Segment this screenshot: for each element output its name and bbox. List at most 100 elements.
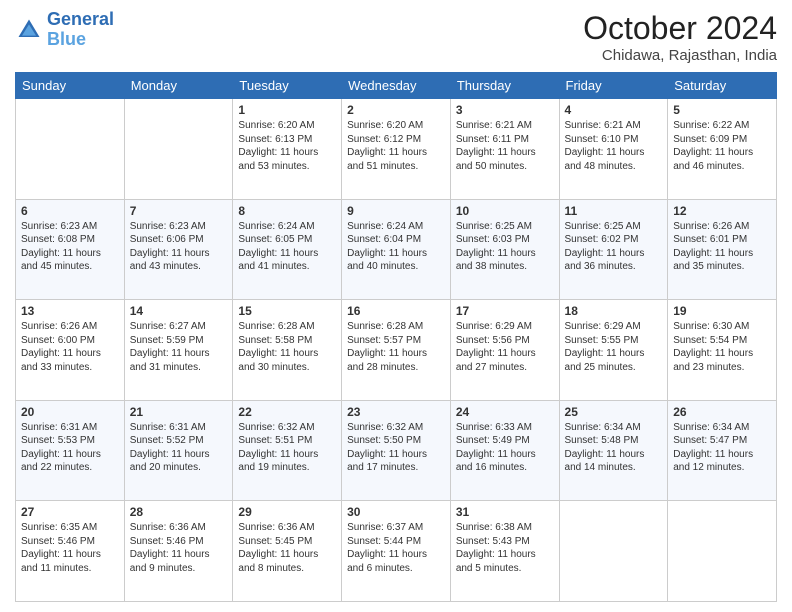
calendar-cell (124, 99, 233, 200)
logo: General Blue (15, 10, 114, 50)
calendar-cell: 25Sunrise: 6:34 AM Sunset: 5:48 PM Dayli… (559, 400, 668, 501)
day-number: 2 (347, 103, 445, 117)
column-header-tuesday: Tuesday (233, 73, 342, 99)
cell-info: Sunrise: 6:21 AM Sunset: 6:11 PM Dayligh… (456, 119, 554, 173)
cell-info: Sunrise: 6:31 AM Sunset: 5:53 PM Dayligh… (21, 421, 119, 475)
day-number: 1 (238, 103, 336, 117)
column-header-wednesday: Wednesday (342, 73, 451, 99)
cell-info: Sunrise: 6:34 AM Sunset: 5:47 PM Dayligh… (673, 421, 771, 475)
day-number: 12 (673, 204, 771, 218)
calendar-cell: 28Sunrise: 6:36 AM Sunset: 5:46 PM Dayli… (124, 501, 233, 602)
day-number: 4 (565, 103, 663, 117)
week-row-4: 27 Sunrise: 6:35 AM Sunset: 5:46 PM Dayli… (16, 501, 777, 602)
calendar-cell: 14 Sunrise: 6:27 AM Sunset: 5:59 PM Dayli… (124, 300, 233, 401)
calendar-header-row: SundayMondayTuesdayWednesdayThursdayFrid… (16, 73, 777, 99)
cell-info: Sunrise: 6:26 AM Sunset: 6:01 PM Dayligh… (673, 220, 771, 274)
cell-info: Sunrise: 6:25 AM Sunset: 6:03 PM Dayligh… (456, 220, 554, 274)
day-number: 14 (130, 304, 228, 318)
day-number: 11 (565, 204, 663, 218)
cell-info: Sunrise: 6:20 AM Sunset: 6:13 PM Dayligh… (238, 119, 336, 173)
cell-info: Sunrise: 6:35 AM Sunset: 5:46 PM Dayligh… (21, 521, 119, 575)
day-number: 8 (238, 204, 336, 218)
calendar-table: SundayMondayTuesdayWednesdayThursdayFrid… (15, 72, 777, 602)
calendar-cell: 13 Sunrise: 6:26 AM Sunset: 6:00 PM Dayli… (16, 300, 125, 401)
cell-info: Sunrise: 6:21 AM Sunset: 6:10 PM Dayligh… (565, 119, 663, 173)
day-number: 5 (673, 103, 771, 117)
calendar-cell: 27 Sunrise: 6:35 AM Sunset: 5:46 PM Dayli… (16, 501, 125, 602)
calendar-cell: 21Sunrise: 6:31 AM Sunset: 5:52 PM Dayli… (124, 400, 233, 501)
day-number: 7 (130, 204, 228, 218)
calendar-cell (559, 501, 668, 602)
calendar-cell: 5 Sunrise: 6:22 AM Sunset: 6:09 PM Daylig… (668, 99, 777, 200)
cell-info: Sunrise: 6:25 AM Sunset: 6:02 PM Dayligh… (565, 220, 663, 274)
header: General Blue October 2024 Chidawa, Rajas… (15, 10, 777, 64)
calendar-cell: 20 Sunrise: 6:31 AM Sunset: 5:53 PM Dayli… (16, 400, 125, 501)
day-number: 29 (238, 505, 336, 519)
month-title: October 2024 (583, 10, 777, 47)
week-row-1: 6Sunrise: 6:23 AM Sunset: 6:08 PM Daylig… (16, 199, 777, 300)
cell-info: Sunrise: 6:38 AM Sunset: 5:43 PM Dayligh… (456, 521, 554, 575)
day-number: 31 (456, 505, 554, 519)
location-title: Chidawa, Rajasthan, India (583, 47, 777, 64)
cell-info: Sunrise: 6:28 AM Sunset: 5:57 PM Dayligh… (347, 320, 445, 374)
calendar-cell: 9 Sunrise: 6:24 AM Sunset: 6:04 PM Daylig… (342, 199, 451, 300)
day-number: 15 (238, 304, 336, 318)
calendar-cell: 7 Sunrise: 6:23 AM Sunset: 6:06 PM Daylig… (124, 199, 233, 300)
column-header-thursday: Thursday (450, 73, 559, 99)
calendar-cell: 24Sunrise: 6:33 AM Sunset: 5:49 PM Dayli… (450, 400, 559, 501)
day-number: 23 (347, 405, 445, 419)
calendar-cell: 1 Sunrise: 6:20 AM Sunset: 6:13 PM Daylig… (233, 99, 342, 200)
column-header-sunday: Sunday (16, 73, 125, 99)
cell-info: Sunrise: 6:36 AM Sunset: 5:45 PM Dayligh… (238, 521, 336, 575)
cell-info: Sunrise: 6:30 AM Sunset: 5:54 PM Dayligh… (673, 320, 771, 374)
cell-info: Sunrise: 6:37 AM Sunset: 5:44 PM Dayligh… (347, 521, 445, 575)
calendar-cell: 29 Sunrise: 6:36 AM Sunset: 5:45 PM Dayli… (233, 501, 342, 602)
day-number: 19 (673, 304, 771, 318)
day-number: 13 (21, 304, 119, 318)
day-number: 21 (130, 405, 228, 419)
calendar-cell: 18Sunrise: 6:29 AM Sunset: 5:55 PM Dayli… (559, 300, 668, 401)
week-row-0: 1 Sunrise: 6:20 AM Sunset: 6:13 PM Daylig… (16, 99, 777, 200)
cell-info: Sunrise: 6:22 AM Sunset: 6:09 PM Dayligh… (673, 119, 771, 173)
day-number: 27 (21, 505, 119, 519)
logo-line2: Blue (47, 29, 86, 49)
week-row-2: 13 Sunrise: 6:26 AM Sunset: 6:00 PM Dayli… (16, 300, 777, 401)
cell-info: Sunrise: 6:23 AM Sunset: 6:06 PM Dayligh… (130, 220, 228, 274)
logo-line1: General (47, 9, 114, 29)
calendar-cell (16, 99, 125, 200)
cell-info: Sunrise: 6:24 AM Sunset: 6:04 PM Dayligh… (347, 220, 445, 274)
calendar-cell: 16 Sunrise: 6:28 AM Sunset: 5:57 PM Dayli… (342, 300, 451, 401)
calendar-cell: 19 Sunrise: 6:30 AM Sunset: 5:54 PM Dayli… (668, 300, 777, 401)
calendar-cell: 10 Sunrise: 6:25 AM Sunset: 6:03 PM Dayli… (450, 199, 559, 300)
column-header-saturday: Saturday (668, 73, 777, 99)
cell-info: Sunrise: 6:32 AM Sunset: 5:50 PM Dayligh… (347, 421, 445, 475)
logo-text: General Blue (47, 10, 114, 50)
day-number: 6 (21, 204, 119, 218)
calendar-body: 1 Sunrise: 6:20 AM Sunset: 6:13 PM Daylig… (16, 99, 777, 602)
cell-info: Sunrise: 6:27 AM Sunset: 5:59 PM Dayligh… (130, 320, 228, 374)
day-number: 16 (347, 304, 445, 318)
calendar-cell: 30 Sunrise: 6:37 AM Sunset: 5:44 PM Dayli… (342, 501, 451, 602)
day-number: 20 (21, 405, 119, 419)
day-number: 30 (347, 505, 445, 519)
cell-info: Sunrise: 6:36 AM Sunset: 5:46 PM Dayligh… (130, 521, 228, 575)
day-number: 3 (456, 103, 554, 117)
day-number: 10 (456, 204, 554, 218)
column-header-monday: Monday (124, 73, 233, 99)
calendar-cell: 11 Sunrise: 6:25 AM Sunset: 6:02 PM Dayli… (559, 199, 668, 300)
cell-info: Sunrise: 6:32 AM Sunset: 5:51 PM Dayligh… (238, 421, 336, 475)
calendar-cell: 17Sunrise: 6:29 AM Sunset: 5:56 PM Dayli… (450, 300, 559, 401)
day-number: 24 (456, 405, 554, 419)
day-number: 26 (673, 405, 771, 419)
calendar-cell: 4 Sunrise: 6:21 AM Sunset: 6:10 PM Daylig… (559, 99, 668, 200)
calendar-cell: 26 Sunrise: 6:34 AM Sunset: 5:47 PM Dayli… (668, 400, 777, 501)
day-number: 9 (347, 204, 445, 218)
cell-info: Sunrise: 6:29 AM Sunset: 5:56 PM Dayligh… (456, 320, 554, 374)
week-row-3: 20 Sunrise: 6:31 AM Sunset: 5:53 PM Dayli… (16, 400, 777, 501)
calendar-cell: 15Sunrise: 6:28 AM Sunset: 5:58 PM Dayli… (233, 300, 342, 401)
calendar-cell: 22 Sunrise: 6:32 AM Sunset: 5:51 PM Dayli… (233, 400, 342, 501)
cell-info: Sunrise: 6:26 AM Sunset: 6:00 PM Dayligh… (21, 320, 119, 374)
title-block: October 2024 Chidawa, Rajasthan, India (583, 10, 777, 64)
day-number: 22 (238, 405, 336, 419)
page: General Blue October 2024 Chidawa, Rajas… (0, 0, 792, 612)
